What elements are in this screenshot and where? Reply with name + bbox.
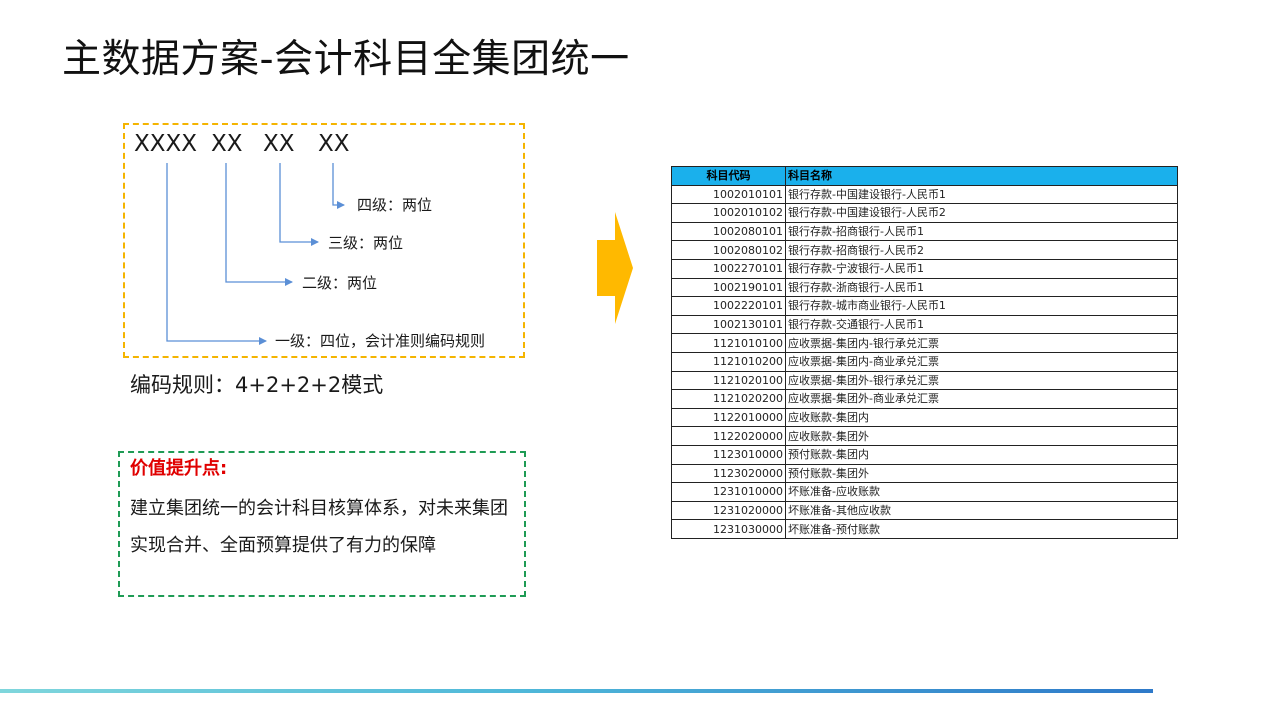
account-code-cell: 1002080102 (671, 240, 786, 260)
account-name-cell: 银行存款-招商银行-人民币1 (785, 221, 1178, 242)
account-code-cell: 1121010200 (671, 351, 786, 372)
account-code-cell: 1002080101 (671, 221, 786, 242)
table-row: 1002010101 银行存款-中国建设银行-人民币1 (671, 184, 1178, 205)
account-name-cell: 应收账款-集团内 (785, 407, 1178, 428)
account-name-cell: 应收票据-集团外-商业承兑汇票 (785, 389, 1178, 409)
table-row: 1231010000 坏账准备-应收账款 (671, 482, 1178, 502)
account-name-cell: 银行存款-中国建设银行-人民币1 (785, 184, 1178, 205)
coding-rule-text: 编码规则：4+2+2+2模式 (130, 373, 384, 397)
account-code-cell: 1122020000 (671, 426, 786, 446)
table-row: 1002190101 银行存款-浙商银行-人民币1 (671, 277, 1178, 298)
account-name-cell: 银行存款-交通银行-人民币1 (785, 314, 1178, 335)
code-segment-level4: XX (318, 131, 350, 157)
column-header-name: 科目名称 (785, 166, 1178, 186)
account-name-cell: 银行存款-中国建设银行-人民币2 (785, 203, 1178, 223)
table-row: 1002220101 银行存款-城市商业银行-人民币1 (671, 296, 1178, 316)
table-row: 1231020000 坏账准备-其他应收款 (671, 500, 1178, 521)
table-row: 1123020000 预付账款-集团外 (671, 463, 1178, 484)
value-point-title: 价值提升点: (130, 458, 228, 479)
level4-label: 四级：两位 (357, 196, 433, 214)
code-segment-level3: XX (263, 131, 295, 157)
account-code-cell: 1123020000 (671, 463, 786, 484)
account-code-cell: 1002130101 (671, 314, 786, 335)
table-row: 1122020000 应收账款-集团外 (671, 426, 1178, 446)
table-row: 1123010000 预付账款-集团内 (671, 444, 1178, 465)
account-code-cell: 1002190101 (671, 277, 786, 298)
account-code-cell: 1231010000 (671, 482, 786, 502)
value-point-body: 建立集团统一的会计科目核算体系，对未来集团实现合并、全面预算提供了有力的保障 (130, 498, 508, 556)
table-row: 1121010100 应收票据-集团内-银行承兑汇票 (671, 333, 1178, 353)
table-row: 1121020200 应收票据-集团外-商业承兑汇票 (671, 389, 1178, 409)
account-code-cell: 1231020000 (671, 500, 786, 521)
account-code-table: 科目代码 科目名称 1002010101 银行存款-中国建设银行-人民币1 1002… (671, 166, 1178, 539)
account-name-cell: 银行存款-宁波银行-人民币1 (785, 258, 1178, 279)
account-code-cell: 1002010102 (671, 203, 786, 223)
account-code-cell: 1002270101 (671, 258, 786, 279)
account-name-cell: 坏账准备-应收账款 (785, 482, 1178, 502)
code-segment-level2: XX (211, 131, 243, 157)
table-row: 1002130101 银行存款-交通银行-人民币1 (671, 314, 1178, 335)
account-name-cell: 预付账款-集团外 (785, 463, 1178, 484)
coding-structure-box (123, 123, 525, 358)
account-code-cell: 1121020200 (671, 389, 786, 409)
account-code-cell: 1002010101 (671, 184, 786, 205)
code-segment-level1: XXXX (134, 131, 198, 157)
account-code-cell: 1123010000 (671, 444, 786, 465)
table-row: 1121010200 应收票据-集团内-商业承兑汇票 (671, 351, 1178, 372)
account-name-cell: 应收票据-集团内-商业承兑汇票 (785, 351, 1178, 372)
account-name-cell: 应收账款-集团外 (785, 426, 1178, 446)
account-name-cell: 应收票据-集团内-银行承兑汇票 (785, 333, 1178, 353)
table-row: 1002010102 银行存款-中国建设银行-人民币2 (671, 203, 1178, 223)
level3-label: 三级：两位 (328, 234, 404, 252)
account-name-cell: 银行存款-城市商业银行-人民币1 (785, 296, 1178, 316)
account-code-cell: 1122010000 (671, 407, 786, 428)
account-name-cell: 坏账准备-其他应收款 (785, 500, 1178, 521)
table-row: 1002080102 银行存款-招商银行-人民币2 (671, 240, 1178, 260)
account-code-cell: 1121010100 (671, 333, 786, 353)
account-name-cell: 应收票据-集团外-银行承兑汇票 (785, 370, 1178, 391)
table-row: 1231030000 坏账准备-预付账款 (671, 519, 1178, 539)
column-header-code: 科目代码 (671, 166, 786, 186)
level1-label: 一级：四位，会计准则编码规则 (275, 332, 486, 350)
bottom-accent-bar (0, 689, 1153, 693)
table-header-row: 科目代码 科目名称 (671, 166, 1178, 186)
table-row: 1002270101 银行存款-宁波银行-人民币1 (671, 258, 1178, 279)
account-code-cell: 1002220101 (671, 296, 786, 316)
level2-label: 二级：两位 (302, 274, 378, 292)
right-arrow-icon (597, 212, 633, 324)
account-code-cell: 1121020100 (671, 370, 786, 391)
page-title: 主数据方案-会计科目全集团统一 (62, 37, 630, 82)
account-code-cell: 1231030000 (671, 519, 786, 539)
table-row: 1122010000 应收账款-集团内 (671, 407, 1178, 428)
account-name-cell: 预付账款-集团内 (785, 444, 1178, 465)
table-body: 1002010101 银行存款-中国建设银行-人民币1 1002010102 银行存款… (671, 184, 1178, 539)
account-name-cell: 银行存款-浙商银行-人民币1 (785, 277, 1178, 298)
table-row: 1002080101 银行存款-招商银行-人民币1 (671, 221, 1178, 242)
account-name-cell: 坏账准备-预付账款 (785, 519, 1178, 539)
account-name-cell: 银行存款-招商银行-人民币2 (785, 240, 1178, 260)
table-row: 1121020100 应收票据-集团外-银行承兑汇票 (671, 370, 1178, 391)
